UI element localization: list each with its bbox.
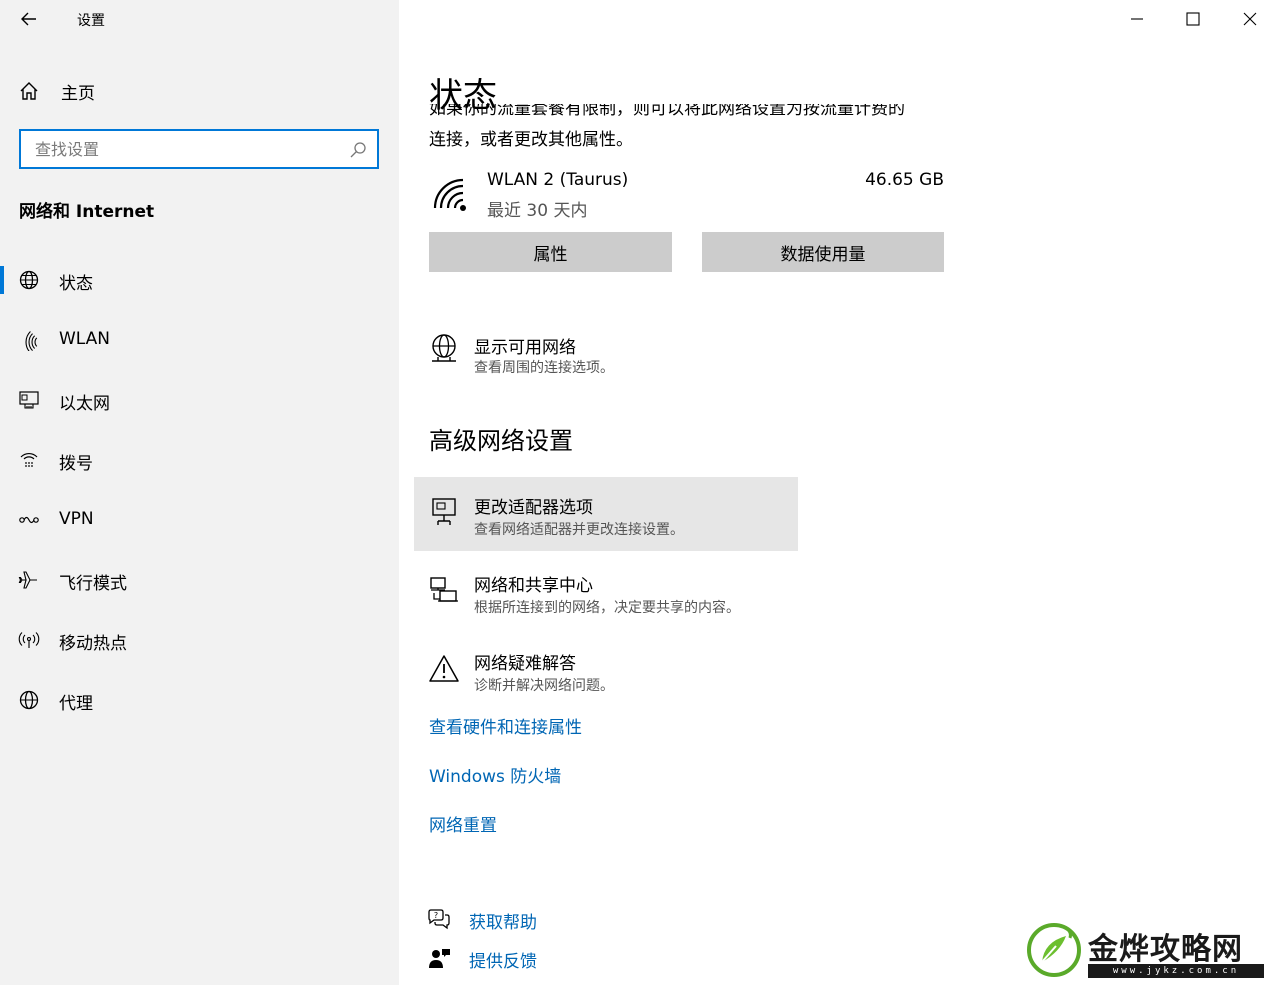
sidebar-item-proxy[interactable]: 代理 bbox=[0, 680, 399, 720]
home-icon bbox=[20, 82, 38, 100]
globe-network-icon bbox=[432, 334, 456, 362]
network-usage: 46.65 GB bbox=[865, 170, 944, 190]
help-chat-icon: ? bbox=[428, 909, 450, 930]
hotspot-icon bbox=[18, 632, 40, 648]
feedback-icon bbox=[429, 949, 450, 968]
sidebar-item-ethernet[interactable]: 以太网 bbox=[0, 380, 399, 420]
sidebar-item-label: 以太网 bbox=[59, 394, 110, 414]
minimize-icon[interactable] bbox=[1126, 8, 1148, 30]
troubleshoot-option[interactable]: 网络疑难解答 诊断并解决网络问题。 bbox=[414, 633, 798, 707]
vpn-icon bbox=[19, 516, 39, 524]
sidebar-item-vpn[interactable]: VPN bbox=[0, 500, 399, 540]
sidebar-item-label: VPN bbox=[59, 509, 94, 529]
sidebar-item-airplane[interactable]: 飞行模式 bbox=[0, 560, 399, 600]
sidebar-item-label: 代理 bbox=[59, 694, 93, 714]
wifi-icon bbox=[433, 178, 466, 211]
back-arrow-icon[interactable] bbox=[18, 8, 40, 30]
hardware-properties-link[interactable]: 查看硬件和连接属性 bbox=[429, 713, 582, 738]
dialup-icon bbox=[20, 453, 38, 467]
option-title: 网络和共享中心 bbox=[474, 576, 593, 596]
option-subtitle: 根据所连接到的网络，决定要共享的内容。 bbox=[474, 600, 740, 616]
sidebar-item-label: 移动热点 bbox=[59, 634, 127, 654]
windows-firewall-link[interactable]: Windows 防火墙 bbox=[429, 762, 561, 787]
adapter-icon bbox=[432, 498, 456, 525]
wifi-icon bbox=[25, 331, 38, 351]
search-icon[interactable] bbox=[349, 141, 367, 159]
globe-icon bbox=[19, 270, 39, 290]
close-icon[interactable] bbox=[1239, 8, 1261, 30]
option-title: 网络疑难解答 bbox=[474, 654, 576, 674]
maximize-icon[interactable] bbox=[1182, 8, 1204, 30]
sidebar-item-wlan[interactable]: WLAN bbox=[0, 320, 399, 360]
airplane-icon bbox=[18, 571, 37, 589]
sidebar-item-label: 飞行模式 bbox=[59, 574, 127, 594]
get-help-label: 获取帮助 bbox=[469, 913, 537, 933]
data-usage-button[interactable]: 数据使用量 bbox=[702, 232, 944, 272]
feedback-label: 提供反馈 bbox=[469, 952, 537, 972]
sidebar-item-hotspot[interactable]: 移动热点 bbox=[0, 620, 399, 660]
watermark: 金烨攻略网 www.jykz.com.cn bbox=[1026, 922, 1266, 980]
network-reset-link[interactable]: 网络重置 bbox=[429, 811, 497, 836]
network-name: WLAN 2 (Taurus) bbox=[487, 170, 629, 190]
sharing-center-icon bbox=[430, 577, 458, 602]
warning-icon bbox=[429, 655, 459, 682]
clipped-description: 如果你的流量套餐有限制，则可以将此网络设置为按流量计费的 bbox=[429, 104, 949, 126]
advanced-settings-heading: 高级网络设置 bbox=[429, 427, 573, 455]
watermark-logo-icon bbox=[1027, 923, 1081, 977]
svg-text:?: ? bbox=[434, 911, 438, 920]
globe-icon bbox=[19, 690, 39, 710]
option-subtitle: 查看周围的连接选项。 bbox=[474, 360, 614, 376]
section-title: 网络和 Internet bbox=[19, 202, 155, 222]
sidebar-item-status[interactable]: 状态 bbox=[0, 260, 399, 300]
description-line: 连接，或者更改其他属性。 bbox=[429, 130, 633, 150]
watermark-text: 金烨攻略网 bbox=[1088, 932, 1243, 967]
app-title: 设置 bbox=[77, 13, 105, 29]
option-title: 显示可用网络 bbox=[474, 338, 576, 358]
change-adapter-option[interactable]: 更改适配器选项 查看网络适配器并更改连接设置。 bbox=[414, 477, 798, 551]
search-box[interactable] bbox=[19, 129, 379, 169]
clipped-description-text: 如果你的流量套餐有限制，则可以将此网络设置为按流量计费的 bbox=[429, 104, 905, 119]
home-label: 主页 bbox=[61, 83, 95, 104]
option-title: 更改适配器选项 bbox=[474, 498, 593, 518]
watermark-url: www.jykz.com.cn bbox=[1088, 964, 1264, 978]
sidebar-item-label: 拨号 bbox=[59, 454, 93, 474]
sidebar-item-label: 状态 bbox=[59, 274, 93, 294]
option-subtitle: 查看网络适配器并更改连接设置。 bbox=[474, 522, 684, 538]
sidebar-item-home[interactable]: 主页 bbox=[18, 78, 95, 104]
ethernet-icon bbox=[19, 391, 39, 409]
sidebar-item-label: WLAN bbox=[59, 329, 111, 349]
show-networks-option[interactable]: 显示可用网络 查看周围的连接选项。 bbox=[414, 325, 798, 399]
search-input[interactable] bbox=[35, 138, 335, 160]
network-period: 最近 30 天内 bbox=[487, 201, 588, 221]
properties-button[interactable]: 属性 bbox=[429, 232, 672, 272]
sidebar: 设置 主页 网络和 Internet 状态 WLAN bbox=[0, 0, 399, 985]
sidebar-item-dialup[interactable]: 拨号 bbox=[0, 440, 399, 480]
sharing-center-option[interactable]: 网络和共享中心 根据所连接到的网络，决定要共享的内容。 bbox=[414, 555, 798, 629]
option-subtitle: 诊断并解决网络问题。 bbox=[474, 678, 614, 694]
